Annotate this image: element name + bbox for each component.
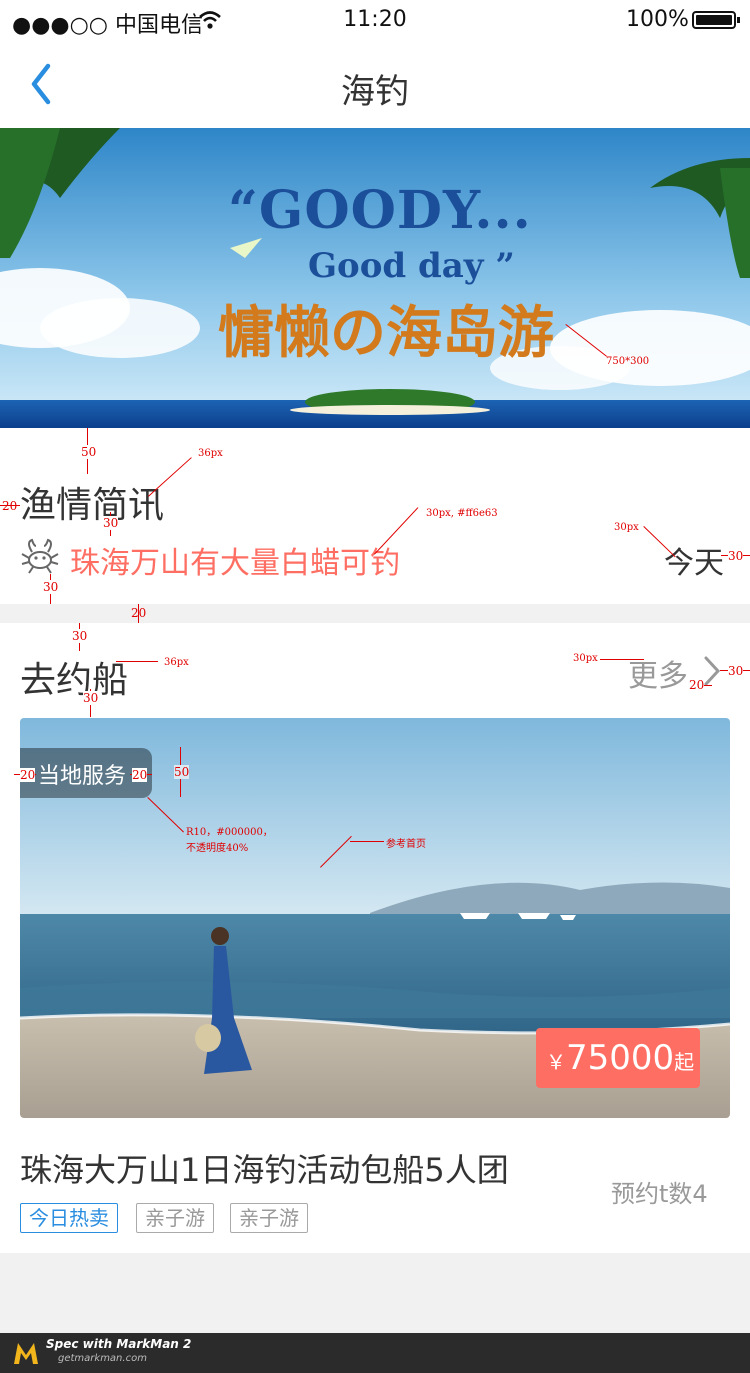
fishing-news-heading: 渔情简讯 xyxy=(20,485,165,526)
price-value: 75000 xyxy=(566,1038,675,1078)
crab-icon xyxy=(21,538,59,574)
banner-line2: Good day ” xyxy=(308,246,515,286)
annotation-20: 20 xyxy=(132,768,148,782)
fishing-news-section: 渔情简讯 珠海万山有大量白蜡可钓 今天 50 36px 20 30 30px, … xyxy=(0,428,750,604)
markman-line1: Spec with MarkMan 2 xyxy=(46,1337,192,1351)
annotation-50: 50 xyxy=(81,445,97,459)
annotation-30: 30 xyxy=(728,664,744,678)
annotation-30px: 30px xyxy=(614,522,639,533)
battery-label: 100% xyxy=(626,7,689,32)
banner-image[interactable]: “GOODY... Good day ” 慵懒の海岛游 750*300 xyxy=(0,128,750,428)
banner-line3: 慵懒の海岛游 xyxy=(218,300,554,366)
markman-line2: getmarkman.com xyxy=(58,1353,147,1364)
more-link[interactable]: 更多 xyxy=(628,651,688,695)
annotation-50: 50 xyxy=(174,765,190,779)
annotation-20: 20 xyxy=(2,499,18,513)
status-bar: ●●●○○ 中国电信 11:20 100% xyxy=(0,0,750,42)
banner-line1: “GOODY... xyxy=(228,180,532,241)
annotation-30px: 30px xyxy=(573,653,598,664)
boat-card-count: 预约t数4 xyxy=(611,1180,708,1208)
annotation-line xyxy=(600,659,644,660)
annotation-30: 30 xyxy=(103,516,119,530)
tag-family: 亲子游 xyxy=(136,1203,214,1233)
annotation-30: 30 xyxy=(728,549,744,563)
tag-hot: 今日热卖 xyxy=(20,1203,118,1233)
tag-family: 亲子游 xyxy=(230,1203,308,1233)
annotation-banner-size: 750*300 xyxy=(606,356,650,367)
annotation-line xyxy=(350,841,384,842)
boats-heading: 去约船 xyxy=(20,660,129,701)
annotation-ref: 参考首页 xyxy=(386,839,426,850)
markman-footer: Spec with MarkMan 2 getmarkman.com xyxy=(0,1333,750,1373)
annotation-30: 30 xyxy=(83,691,99,705)
boat-card-title[interactable]: 珠海大万山1日海钓活动包船5人团 xyxy=(20,1145,509,1191)
annotation-30: 30 xyxy=(43,580,59,594)
annotation-20: 20 xyxy=(131,606,147,620)
annotation-36px: 36px xyxy=(198,448,223,459)
annotation-badge-spec: 不透明度40% xyxy=(186,843,249,854)
news-item-row[interactable] xyxy=(20,536,60,576)
nav-bar: 海钓 xyxy=(0,42,750,128)
local-service-badge-label: 当地服务 xyxy=(38,764,127,789)
chevron-right-icon[interactable] xyxy=(702,655,722,687)
boats-section: 去约船 更多 当地服务 ￥75000起 珠海大万山1日海钓活动包船5人团 预约t… xyxy=(0,623,750,1253)
annotation-30: 30 xyxy=(72,629,88,643)
price-symbol: ￥ xyxy=(546,1050,566,1074)
annotation-20: 20 xyxy=(689,678,705,692)
annotation-badge-spec: R10，#000000， xyxy=(186,827,273,838)
price-suffix: 起 xyxy=(674,1050,695,1074)
annotation-36px: 36px xyxy=(164,657,189,668)
annotation-line xyxy=(116,661,158,662)
price-badge-text: ￥75000起 xyxy=(546,1038,694,1078)
news-item-date: 今天 xyxy=(664,546,724,581)
markman-logo-icon xyxy=(12,1340,40,1366)
annotation-20: 20 xyxy=(20,768,36,782)
annotation-30px-color: 30px, #ff6e63 xyxy=(426,508,498,519)
page-title: 海钓 xyxy=(341,72,409,112)
boat-card-image[interactable]: 当地服务 ￥75000起 xyxy=(20,718,730,1118)
news-item-text[interactable]: 珠海万山有大量白蜡可钓 xyxy=(70,538,400,582)
battery-icon xyxy=(692,11,740,29)
